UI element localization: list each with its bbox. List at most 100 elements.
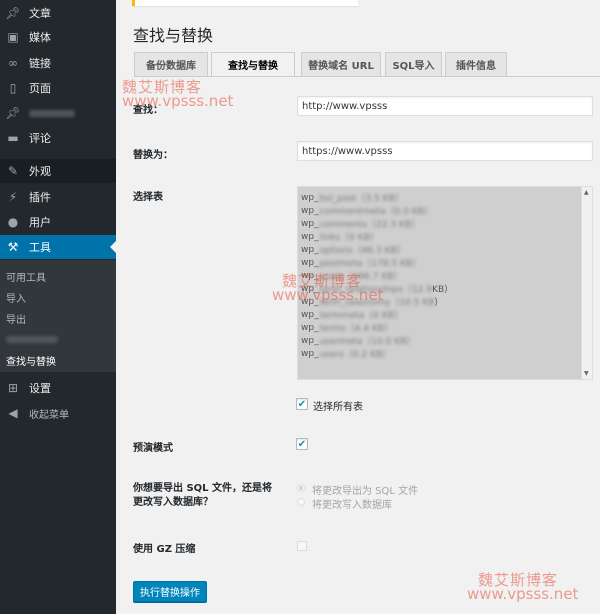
sidebar-item-label: 用户	[29, 216, 51, 229]
table-option[interactable]: wp_ termmeta（0 KB）	[301, 308, 592, 322]
sidebar-item-label: 工具	[29, 241, 51, 254]
replace-input[interactable]	[297, 141, 593, 161]
table-name-redacted: termmeta（0 KB）	[319, 311, 403, 321]
table-option[interactable]: wp_ terms（4.4 KB）	[301, 321, 592, 335]
submenu-item-export[interactable]: 导出	[6, 311, 26, 326]
table-option[interactable]: wp_ term_relationships（12.9 KB）	[301, 282, 592, 296]
table-prefix: wp_	[301, 218, 319, 229]
select-all-checkbox[interactable]: ✔	[296, 398, 308, 410]
media-icon: ▣	[7, 30, 19, 44]
table-name-redacted: term_taxonomy（10.5 KB	[319, 298, 435, 308]
write-db-label: 将更改写入数据库	[312, 500, 392, 511]
table-name-redacted: options（46.3 KB）	[319, 246, 406, 256]
tables-listbox[interactable]: wp_ bsl_post（3.5 KB） wp_ commentmeta（0.0 KB…	[297, 186, 593, 380]
sidebar-item-label: 文章	[29, 7, 51, 20]
tab-replace-domain-url[interactable]: 替换域名 URL	[301, 52, 381, 77]
table-prefix: wp_	[301, 192, 319, 203]
sidebar-item-label: 外观	[29, 165, 51, 178]
search-input[interactable]	[297, 96, 593, 116]
run-replace-button[interactable]: 执行替换操作	[133, 581, 207, 602]
table-option[interactable]: wp_ posts（496.7 KB）	[301, 269, 592, 283]
tab-plugin-info[interactable]: 插件信息	[445, 52, 507, 77]
sidebar-item-users[interactable]: ● 用户	[0, 210, 116, 234]
sidebar-item-settings[interactable]: ⊞ 设置	[0, 376, 116, 400]
submenu-item-hidden[interactable]	[6, 335, 58, 346]
table-prefix: wp_	[301, 257, 319, 268]
wrench-icon: ⚒︎	[7, 240, 19, 254]
tab-search-replace[interactable]: 查找与替换	[211, 52, 295, 77]
table-option[interactable]: wp_ bsl_post（3.5 KB）	[301, 191, 592, 205]
submenu-item-available-tools[interactable]: 可用工具	[6, 269, 46, 284]
dry-run-label: 预演模式	[133, 443, 173, 454]
settings-icon: ⊞	[7, 381, 19, 395]
export-sql-radio[interactable]	[297, 484, 305, 492]
search-label: 查找：	[133, 105, 163, 116]
table-option[interactable]: wp_ postmeta（178.5 KB）	[301, 256, 592, 270]
sidebar-collapse-button[interactable]: ◀ 收起菜单	[0, 401, 116, 425]
scroll-up-icon[interactable]: ▲	[584, 189, 589, 196]
table-option[interactable]: wp_ comments（22.3 KB）	[301, 217, 592, 231]
sidebar-item-tools[interactable]: ⚒︎ 工具	[0, 235, 116, 259]
page-title: 查找与替换	[133, 26, 214, 45]
sidebar-item-hidden[interactable]: 📌︎	[0, 101, 116, 125]
user-icon: ●	[7, 215, 19, 229]
sidebar-item-label: 插件	[29, 191, 51, 204]
redacted-label	[29, 109, 75, 117]
table-option[interactable]: wp_ usermeta（10.0 KB）	[301, 334, 592, 348]
gz-label: 使用 GZ 压缩	[133, 544, 196, 555]
write-db-radio[interactable]	[297, 498, 305, 506]
sidebar-item-posts[interactable]: 📌︎ 文章	[0, 1, 116, 25]
sidebar-item-label: 页面	[29, 82, 51, 95]
tab-sql-import[interactable]: SQL导入	[385, 52, 442, 77]
brush-icon: ✎	[7, 164, 19, 178]
table-option[interactable]: wp_ commentmeta（0.0 KB）	[301, 204, 592, 218]
table-name-redacted: postmeta（178.5 KB）	[319, 259, 422, 269]
scroll-down-icon[interactable]: ▼	[584, 370, 589, 377]
table-option[interactable]: wp_ users（0.2 KB）	[301, 347, 592, 361]
table-prefix: wp_	[301, 348, 319, 359]
table-prefix: wp_	[301, 270, 319, 281]
table-prefix: wp_	[301, 283, 319, 294]
gz-checkbox[interactable]	[297, 541, 307, 551]
table-name-redacted: terms（4.4 KB）	[319, 324, 393, 334]
pin-icon: 📌︎	[5, 106, 21, 120]
sidebar-item-label: 链接	[29, 57, 51, 70]
table-prefix: wp_	[301, 231, 319, 242]
table-prefix: wp_	[301, 205, 319, 216]
sidebar-item-plugins[interactable]: ⚡︎ 插件	[0, 185, 116, 209]
table-prefix: wp_	[301, 296, 319, 307]
sidebar-item-appearance[interactable]: ✎ 外观	[0, 159, 116, 183]
sidebar-item-label: 设置	[29, 382, 51, 395]
main-content: 查找与替换 备份数据库 查找与替换 替换域名 URL SQL导入 插件信息 查找…	[116, 0, 600, 614]
table-name-redacted: usermeta（10.0 KB）	[319, 337, 416, 347]
table-option[interactable]: wp_ options（46.3 KB）	[301, 243, 592, 257]
table-size-tail: ）	[434, 298, 444, 308]
sidebar-item-comments[interactable]: ▬ 评论	[0, 126, 116, 150]
export-sql-label: 将更改导出为 SQL 文件	[312, 486, 419, 497]
submenu-item-import[interactable]: 导入	[6, 290, 26, 305]
tables-label: 选择表	[133, 192, 163, 203]
submenu-item-search-replace[interactable]: 查找与替换	[6, 353, 56, 368]
listbox-scrollbar[interactable]: ▲ ▼	[581, 187, 592, 379]
table-prefix: wp_	[301, 322, 319, 333]
table-prefix: wp_	[301, 335, 319, 346]
tab-backup-database[interactable]: 备份数据库	[134, 52, 208, 77]
collapse-icon: ◀	[8, 406, 18, 420]
table-name-redacted: commentmeta（0.0 KB）	[319, 207, 433, 217]
table-size-tail: KB）	[432, 285, 454, 295]
table-name-redacted: term_relationships（12.9	[319, 285, 433, 295]
sidebar-item-media[interactable]: ▣ 媒体	[0, 25, 116, 49]
replace-label: 替换为：	[133, 150, 173, 161]
sidebar-item-links[interactable]: ∞ 链接	[0, 51, 116, 75]
pin-icon: 📌︎	[5, 6, 21, 20]
table-option[interactable]: wp_ term_taxonomy（10.5 KB）	[301, 295, 592, 309]
sidebar-item-label: 收起菜单	[29, 409, 69, 421]
sidebar-item-pages[interactable]: ▯ 页面	[0, 76, 116, 100]
link-icon: ∞	[8, 56, 18, 70]
sidebar-item-label: 媒体	[29, 31, 51, 44]
dry-run-checkbox[interactable]: ✔	[296, 438, 308, 450]
tools-submenu: 可用工具 导入 导出 查找与替换	[0, 260, 116, 372]
table-option[interactable]: wp_ links（0 KB）	[301, 230, 592, 244]
admin-sidebar: 📌︎ 文章 ▣ 媒体 ∞ 链接 ▯ 页面 📌︎ ▬ 评论 ✎ 外观 ⚡︎ 插件 …	[0, 0, 116, 614]
table-options-list: wp_ bsl_post（3.5 KB） wp_ commentmeta（0.0 KB…	[298, 187, 592, 361]
